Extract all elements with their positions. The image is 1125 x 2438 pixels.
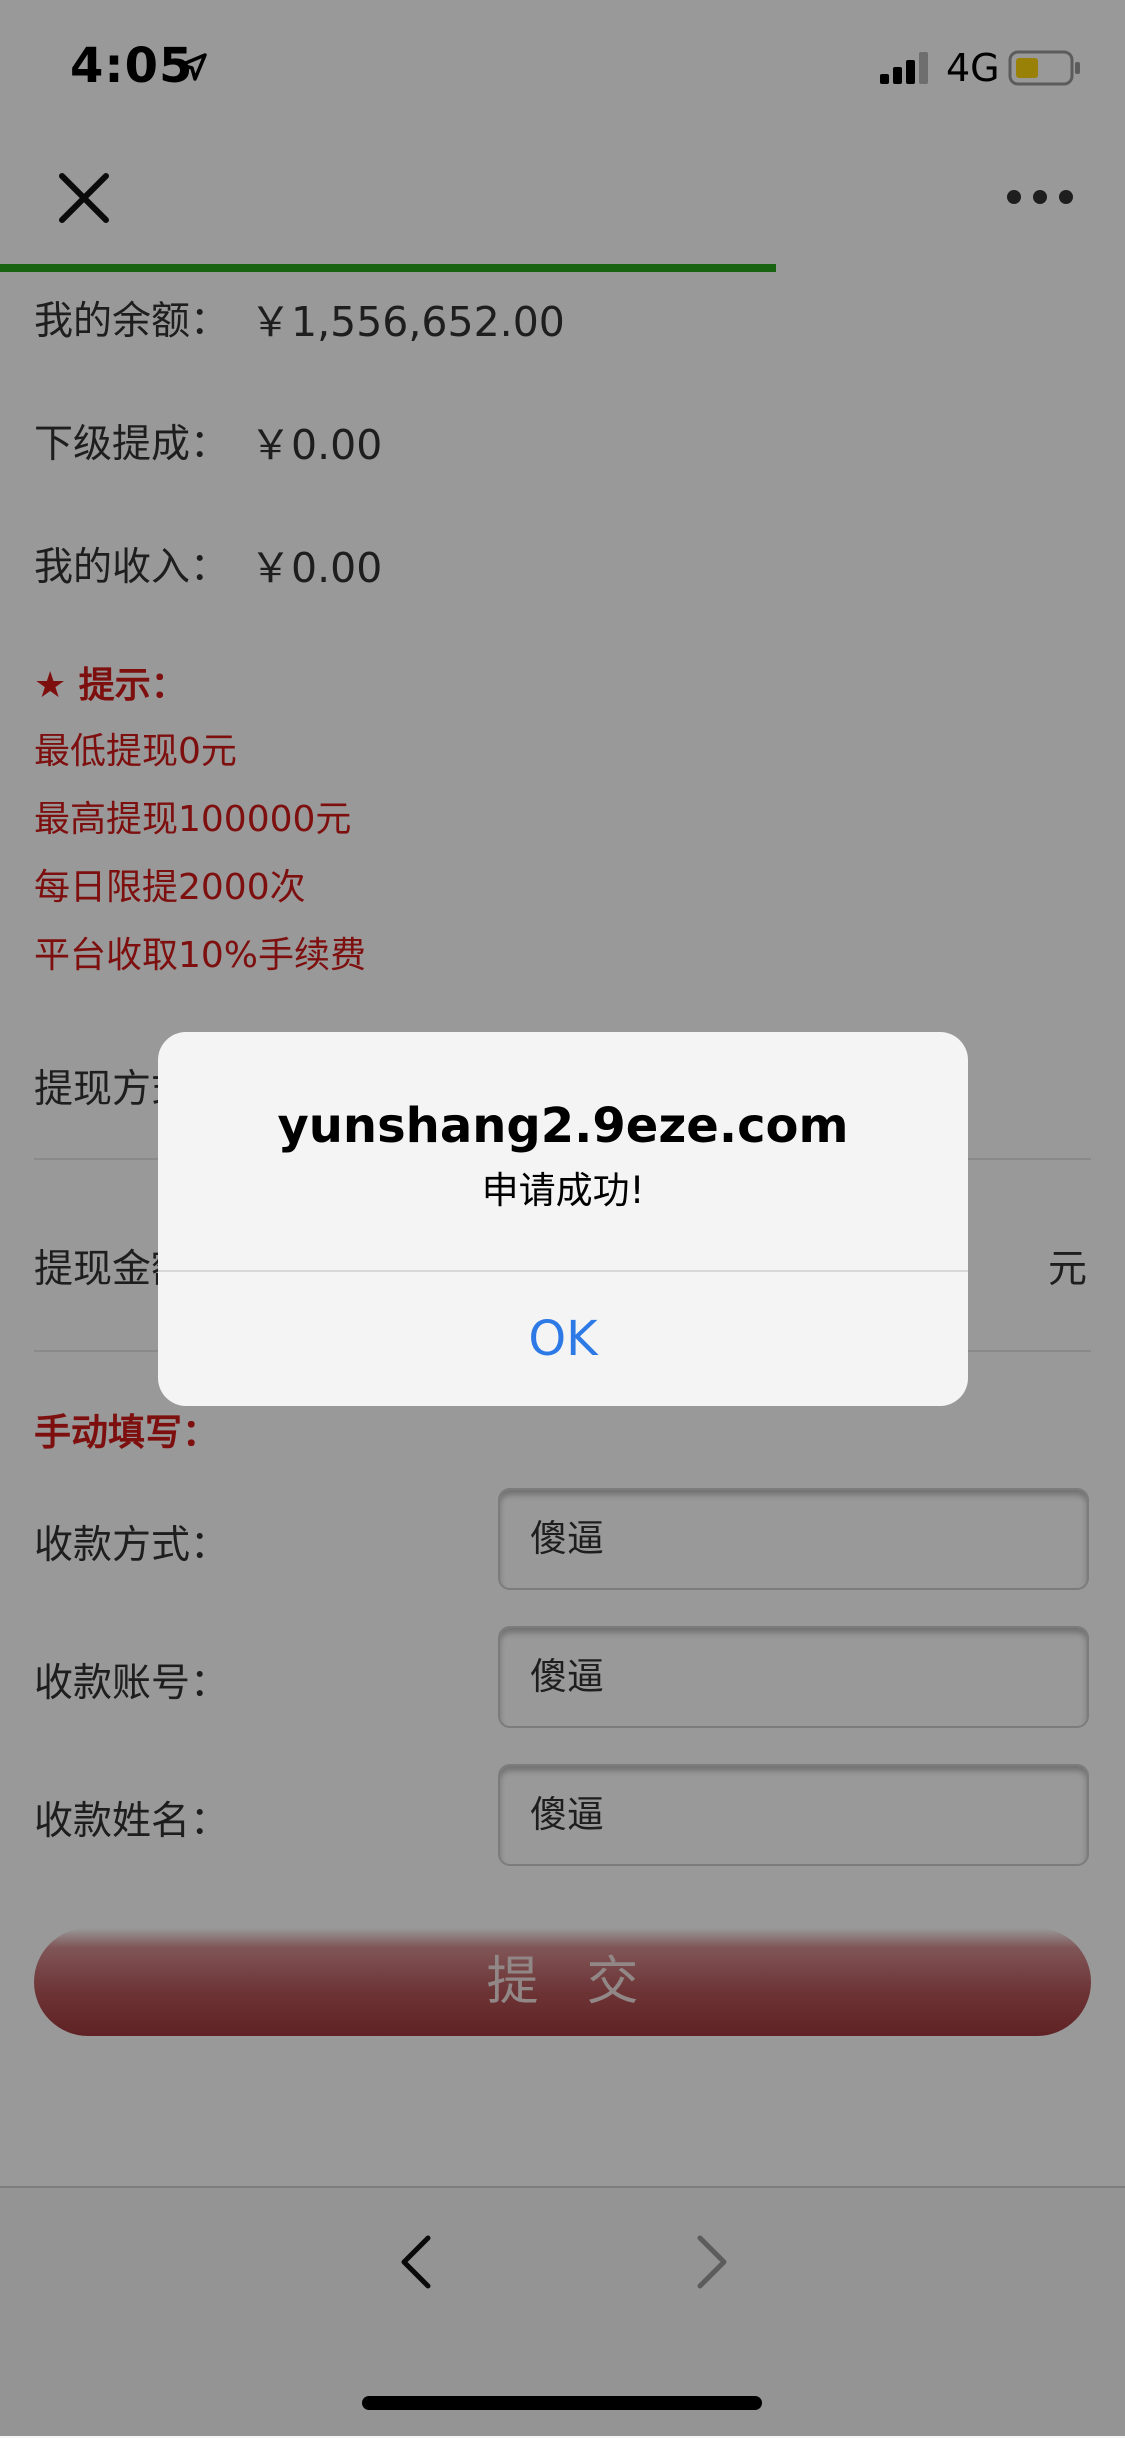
alert-message: 申请成功! — [481, 1169, 645, 1212]
home-indicator[interactable] — [362, 2396, 762, 2410]
alert-title: yunshang2.9eze.com — [277, 1098, 849, 1154]
alert-ok-button[interactable]: OK — [158, 1272, 968, 1406]
alert-dialog: yunshang2.9eze.com 申请成功! OK — [158, 1032, 968, 1406]
